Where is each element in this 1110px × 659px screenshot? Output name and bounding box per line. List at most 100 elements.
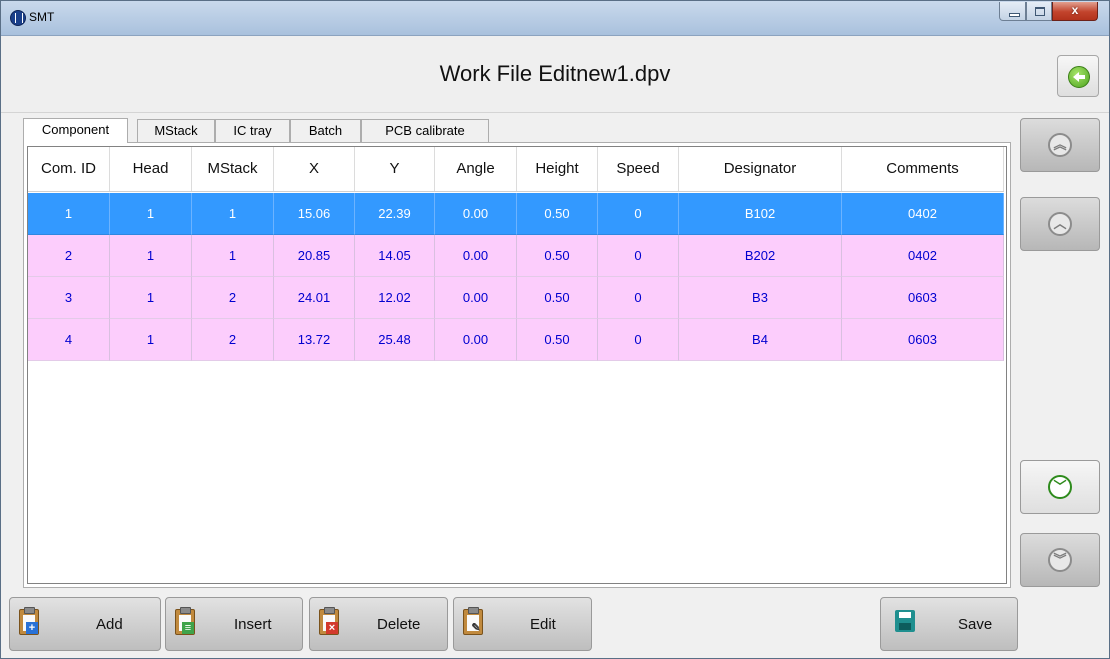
column-header-angle[interactable]: Angle — [435, 147, 517, 191]
tab-component[interactable]: Component — [23, 118, 128, 143]
cell-designator: B102 — [679, 193, 842, 235]
clipboard-insert-icon: ≡ — [175, 607, 195, 635]
clipboard-add-icon: + — [19, 607, 39, 635]
column-header-head[interactable]: Head — [110, 147, 192, 191]
column-header-mstack[interactable]: MStack — [192, 147, 274, 191]
close-icon: x — [1071, 3, 1079, 17]
row-down-button[interactable]: ﹀ — [1020, 460, 1100, 514]
cell-com-id: 3 — [28, 277, 110, 319]
cell-x: 24.01 — [274, 277, 355, 319]
title-bar[interactable]: SMT x — [1, 1, 1109, 36]
table-row[interactable]: 4 1 2 13.72 25.48 0.00 0.50 0 B4 0603 — [28, 319, 1004, 361]
insert-label: Insert — [234, 616, 272, 633]
cell-mstack: 2 — [192, 319, 274, 361]
column-header-comments[interactable]: Comments — [842, 147, 1004, 191]
table-row[interactable]: 1 1 1 15.06 22.39 0.00 0.50 0 B102 0402 — [28, 193, 1004, 235]
column-header-speed[interactable]: Speed — [598, 147, 679, 191]
column-header-x[interactable]: X — [274, 147, 355, 191]
cell-height: 0.50 — [517, 277, 598, 319]
cell-y: 22.39 — [355, 193, 435, 235]
column-header-designator[interactable]: Designator — [679, 147, 842, 191]
app-window: SMT x Work File Editnew1.dpv Component M… — [0, 0, 1110, 659]
cell-head: 1 — [110, 319, 192, 361]
tab-label: Batch — [308, 123, 343, 138]
column-header-com-id[interactable]: Com. ID — [28, 147, 110, 191]
add-button[interactable]: + Add — [9, 597, 161, 651]
minimize-button[interactable] — [999, 2, 1026, 21]
tab-pcb-calibrate[interactable]: PCB calibrate — [361, 119, 489, 142]
chevron-up-icon: ︿ — [1048, 212, 1072, 236]
tab-panel: Com. ID Head MStack X Y Angle Height Spe… — [23, 142, 1011, 588]
maximize-button[interactable] — [1026, 2, 1052, 21]
window-title: SMT — [29, 10, 55, 24]
insert-button[interactable]: ≡ Insert — [165, 597, 303, 651]
cell-speed: 0 — [598, 193, 679, 235]
edit-button[interactable]: ✎ Edit — [453, 597, 592, 651]
edit-label: Edit — [530, 616, 556, 633]
cell-head: 1 — [110, 235, 192, 277]
cell-comments: 0402 — [842, 193, 1004, 235]
tab-batch[interactable]: Batch — [290, 119, 361, 142]
column-header-y[interactable]: Y — [355, 147, 435, 191]
delete-label: Delete — [377, 616, 421, 633]
tab-ic-tray[interactable]: IC tray — [215, 119, 290, 142]
cell-angle: 0.00 — [435, 193, 517, 235]
tab-label: Component — [41, 122, 110, 137]
floppy-disk-icon — [895, 610, 915, 632]
cell-head: 1 — [110, 193, 192, 235]
page-down-button[interactable]: ︾ — [1020, 533, 1100, 587]
close-button[interactable]: x — [1052, 2, 1098, 21]
cell-height: 0.50 — [517, 193, 598, 235]
add-label: Add — [96, 616, 123, 633]
tab-mstack[interactable]: MStack — [137, 119, 215, 142]
cell-com-id: 1 — [28, 193, 110, 235]
back-arrow-icon — [1068, 66, 1090, 88]
cell-x: 20.85 — [274, 235, 355, 277]
cell-designator: B4 — [679, 319, 842, 361]
cell-speed: 0 — [598, 235, 679, 277]
app-logo-icon — [10, 10, 26, 26]
cell-y: 12.02 — [355, 277, 435, 319]
cell-speed: 0 — [598, 277, 679, 319]
cell-x: 13.72 — [274, 319, 355, 361]
clipboard-delete-icon: × — [319, 607, 339, 635]
save-label: Save — [958, 616, 993, 633]
page-header: Work File Editnew1.dpv — [1, 36, 1109, 113]
cell-angle: 0.00 — [435, 319, 517, 361]
cell-mstack: 2 — [192, 277, 274, 319]
clipboard-edit-icon: ✎ — [463, 607, 483, 635]
cell-comments: 0402 — [842, 235, 1004, 277]
cell-height: 0.50 — [517, 235, 598, 277]
cell-comments: 0603 — [842, 277, 1004, 319]
back-button[interactable] — [1057, 55, 1099, 97]
cell-angle: 0.00 — [435, 235, 517, 277]
cell-comments: 0603 — [842, 319, 1004, 361]
cell-mstack: 1 — [192, 193, 274, 235]
table-row[interactable]: 3 1 2 24.01 12.02 0.00 0.50 0 B3 0603 — [28, 277, 1004, 319]
double-chevron-down-icon: ︾ — [1048, 548, 1072, 572]
cell-y: 25.48 — [355, 319, 435, 361]
delete-button[interactable]: × Delete — [309, 597, 448, 651]
page-up-button[interactable]: ︽ — [1020, 118, 1100, 172]
tab-label: PCB calibrate — [385, 123, 465, 138]
cell-angle: 0.00 — [435, 277, 517, 319]
row-up-button[interactable]: ︿ — [1020, 197, 1100, 251]
table-header: Com. ID Head MStack X Y Angle Height Spe… — [28, 147, 1004, 192]
cell-designator: B202 — [679, 235, 842, 277]
cell-mstack: 1 — [192, 235, 274, 277]
cell-head: 1 — [110, 277, 192, 319]
chevron-down-icon: ﹀ — [1048, 475, 1072, 499]
cell-height: 0.50 — [517, 319, 598, 361]
cell-x: 15.06 — [274, 193, 355, 235]
cell-speed: 0 — [598, 319, 679, 361]
cell-designator: B3 — [679, 277, 842, 319]
table-row[interactable]: 2 1 1 20.85 14.05 0.00 0.50 0 B202 0402 — [28, 235, 1004, 277]
component-table[interactable]: Com. ID Head MStack X Y Angle Height Spe… — [27, 146, 1007, 584]
page-title: Work File Editnew1.dpv — [439, 61, 671, 86]
save-button[interactable]: Save — [880, 597, 1018, 651]
column-header-height[interactable]: Height — [517, 147, 598, 191]
cell-com-id: 4 — [28, 319, 110, 361]
double-chevron-up-icon: ︽ — [1048, 133, 1072, 157]
tab-label: MStack — [154, 123, 198, 138]
cell-com-id: 2 — [28, 235, 110, 277]
